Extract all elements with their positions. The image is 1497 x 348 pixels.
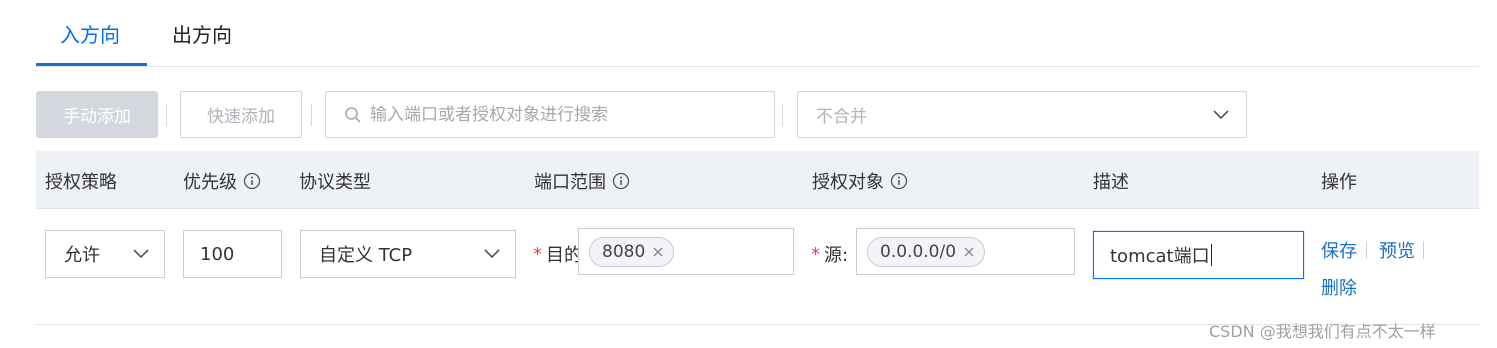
auth-object-input[interactable]: 0.0.0.0/0 bbox=[856, 228, 1075, 275]
object-label-text: 源: bbox=[824, 245, 849, 266]
info-icon[interactable] bbox=[890, 172, 908, 190]
toolbar-divider bbox=[311, 104, 312, 126]
header-description: 描述 bbox=[1093, 172, 1129, 193]
port-label: * 目的 bbox=[533, 241, 582, 267]
info-icon[interactable] bbox=[612, 172, 630, 190]
action-divider bbox=[1423, 241, 1424, 259]
info-icon[interactable] bbox=[243, 172, 261, 190]
search-box[interactable] bbox=[325, 91, 775, 138]
header-priority: 优先级 bbox=[183, 168, 261, 194]
manual-add-button[interactable]: 手动添加 bbox=[36, 91, 158, 138]
object-tag: 0.0.0.0/0 bbox=[867, 236, 986, 267]
policy-select[interactable]: 允许 bbox=[45, 230, 165, 278]
preview-link[interactable]: 预览 bbox=[1379, 237, 1415, 263]
delete-link[interactable]: 删除 bbox=[1321, 274, 1357, 300]
policy-value: 允许 bbox=[64, 245, 100, 266]
merge-select[interactable]: 不合并 bbox=[797, 91, 1247, 138]
port-label-text: 目的 bbox=[546, 245, 582, 266]
header-actions: 操作 bbox=[1321, 172, 1357, 193]
action-divider bbox=[1366, 241, 1367, 259]
tab-inbound[interactable]: 入方向 bbox=[60, 22, 120, 48]
chevron-down-icon bbox=[1213, 109, 1229, 119]
header-protocol: 协议类型 bbox=[299, 172, 371, 193]
text-caret bbox=[1210, 244, 1212, 266]
table-header: 授权策略 优先级 协议类型 端口范围 授权对象 描述 操作 bbox=[36, 151, 1479, 209]
object-label: * 源: bbox=[811, 241, 848, 267]
protocol-value: 自定义 TCP bbox=[319, 245, 413, 266]
tab-outbound[interactable]: 出方向 bbox=[172, 22, 232, 48]
object-tag-text: 0.0.0.0/0 bbox=[880, 241, 957, 262]
merge-select-value: 不合并 bbox=[816, 107, 867, 127]
priority-input[interactable]: 100 bbox=[183, 230, 282, 278]
toolbar-divider bbox=[166, 104, 167, 126]
save-link[interactable]: 保存 bbox=[1321, 237, 1357, 263]
header-policy: 授权策略 bbox=[45, 172, 117, 193]
port-tag-text: 8080 bbox=[602, 241, 646, 262]
search-icon bbox=[345, 106, 361, 123]
protocol-select[interactable]: 自定义 TCP bbox=[300, 230, 516, 278]
active-tab-indicator bbox=[36, 63, 147, 66]
close-icon[interactable] bbox=[651, 245, 665, 259]
header-auth-object: 授权对象 bbox=[812, 168, 908, 194]
watermark: CSDN @我想我们有点不太一样 bbox=[1209, 322, 1436, 341]
toolbar-divider bbox=[782, 104, 783, 126]
description-input[interactable]: tomcat端口 bbox=[1093, 231, 1304, 279]
description-value: tomcat端口 bbox=[1110, 246, 1210, 267]
required-asterisk: * bbox=[533, 243, 542, 265]
quick-add-button[interactable]: 快速添加 bbox=[180, 91, 302, 138]
chevron-down-icon bbox=[484, 249, 500, 259]
required-asterisk: * bbox=[811, 243, 820, 265]
direction-tabs: 入方向 出方向 bbox=[36, 0, 1479, 67]
header-port-range: 端口范围 bbox=[534, 168, 630, 194]
search-input[interactable] bbox=[370, 104, 760, 125]
port-tag: 8080 bbox=[589, 236, 675, 267]
priority-value: 100 bbox=[200, 243, 235, 265]
chevron-down-icon bbox=[133, 249, 149, 259]
close-icon[interactable] bbox=[962, 245, 976, 259]
port-range-input[interactable]: 8080 bbox=[578, 228, 794, 275]
